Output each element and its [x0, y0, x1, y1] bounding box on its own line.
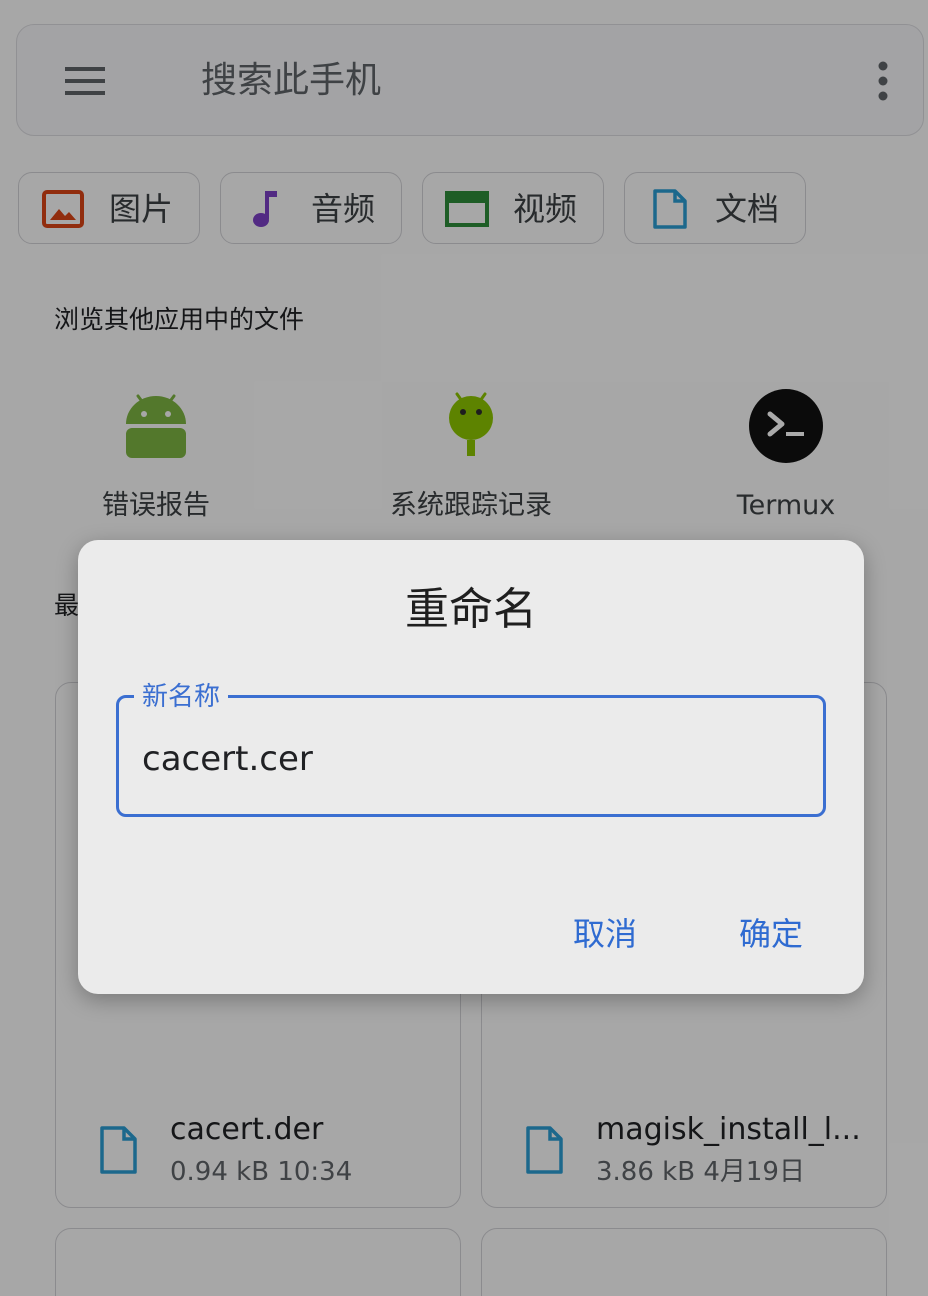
- files-app-screen: 搜索此手机 图片 音频 视频 文档 浏览其他应用中的文件 错误报告 系统跟踪记录…: [0, 0, 928, 1296]
- new-name-input[interactable]: [142, 736, 802, 782]
- cancel-button[interactable]: 取消: [573, 912, 637, 956]
- confirm-button[interactable]: 确定: [739, 912, 803, 956]
- new-name-field-label: 新名称: [134, 680, 229, 714]
- dialog-title: 重命名: [405, 584, 537, 635]
